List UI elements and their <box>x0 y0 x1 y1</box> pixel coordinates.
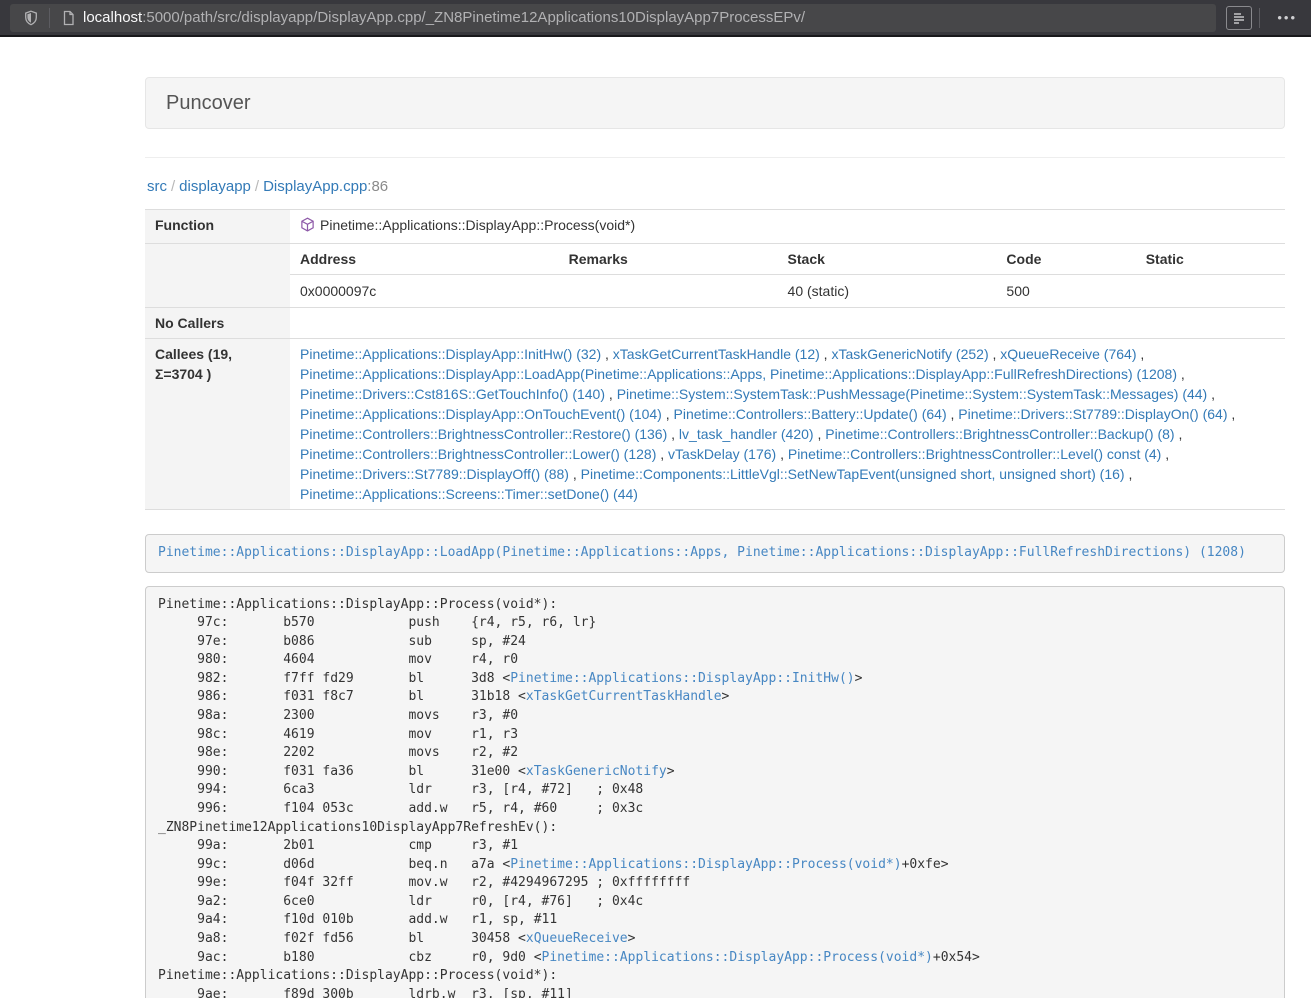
function-name-cell: Pinetime::Applications::DisplayApp::Proc… <box>290 210 1285 244</box>
summary-table: AddressRemarksStackCodeStatic 0x0000097c… <box>290 244 1285 307</box>
summary-value-address: 0x0000097c <box>290 275 559 308</box>
callee-link[interactable]: lv_task_handler (420) <box>679 426 814 442</box>
summary-row: AddressRemarksStackCodeStatic 0x0000097c… <box>145 244 1285 308</box>
breadcrumb-separator: / <box>167 178 179 195</box>
overflow-menu-icon[interactable]: ••• <box>1273 10 1301 25</box>
summary-value-stack: 40 (static) <box>778 275 997 308</box>
callees-list: Pinetime::Applications::DisplayApp::Init… <box>290 339 1285 510</box>
function-row: Function Pinetime::Applications::Display… <box>145 210 1285 244</box>
callee-link[interactable]: Pinetime::Components::LittleVgl::SetNewT… <box>581 466 1125 482</box>
callee-link[interactable]: Pinetime::Drivers::St7789::DisplayOn() (… <box>958 406 1227 422</box>
callees-row: Callees (19, Σ=3704 ) Pinetime::Applicat… <box>145 339 1285 510</box>
highlighted-symbol-link[interactable]: Pinetime::Applications::DisplayApp::Load… <box>158 545 1246 560</box>
asm-symbol-link[interactable]: Pinetime::Applications::DisplayApp::Proc… <box>542 950 933 965</box>
callee-link[interactable]: xTaskGetCurrentTaskHandle (12) <box>613 346 820 362</box>
asm-symbol-link[interactable]: xQueueReceive <box>526 931 628 946</box>
no-callers-label: No Callers <box>145 308 290 339</box>
asm-symbol-link[interactable]: Pinetime::Applications::DisplayApp::Init… <box>510 671 854 686</box>
callee-link[interactable]: Pinetime::Controllers::BrightnessControl… <box>300 426 667 442</box>
callee-link[interactable]: Pinetime::Controllers::BrightnessControl… <box>300 446 656 462</box>
summary-value-row: 0x0000097c 40 (static)500 <box>290 275 1285 308</box>
breadcrumb-line-number: :86 <box>367 178 388 195</box>
callee-link[interactable]: xQueueReceive (764) <box>1000 346 1136 362</box>
reader-view-icon[interactable] <box>1226 6 1252 30</box>
callee-link[interactable]: xTaskGenericNotify (252) <box>831 346 988 362</box>
callee-link[interactable]: vTaskDelay (176) <box>668 446 776 462</box>
disassembly-block: Pinetime::Applications::DisplayApp::Proc… <box>145 586 1285 998</box>
url-host: localhost <box>83 9 142 26</box>
function-label: Function <box>145 210 290 244</box>
url-path: :5000/path/src/displayapp/DisplayApp.cpp… <box>142 9 805 26</box>
callers-row: No Callers <box>145 308 1285 339</box>
page-title: Puncover <box>166 92 251 114</box>
callee-link[interactable]: Pinetime::System::SystemTask::PushMessag… <box>617 386 1208 402</box>
callee-link[interactable]: Pinetime::Applications::Screens::Timer::… <box>300 486 638 502</box>
summary-table-cell: AddressRemarksStackCodeStatic 0x0000097c… <box>290 244 1285 308</box>
breadcrumb: src/displayapp/DisplayApp.cpp:86 <box>147 178 1285 195</box>
page-info-icon[interactable] <box>57 7 79 29</box>
url-text[interactable]: localhost:5000/path/src/displayapp/Displ… <box>83 9 805 26</box>
summary-value-static <box>1136 275 1285 308</box>
callee-link[interactable]: Pinetime::Controllers::BrightnessControl… <box>825 426 1174 442</box>
summary-header-code: Code <box>996 244 1135 275</box>
shield-icon[interactable] <box>20 7 42 29</box>
asm-symbol-link[interactable]: Pinetime::Applications::DisplayApp::Proc… <box>510 857 901 872</box>
callee-link[interactable]: Pinetime::Applications::DisplayApp::Init… <box>300 346 601 362</box>
callee-link[interactable]: Pinetime::Controllers::Battery::Update()… <box>674 406 947 422</box>
summary-header-static: Static <box>1136 244 1285 275</box>
callees-label: Callees (19, Σ=3704 ) <box>145 339 290 510</box>
callee-link[interactable]: Pinetime::Drivers::St7789::DisplayOff() … <box>300 466 569 482</box>
function-detail-table: Function Pinetime::Applications::Display… <box>145 209 1285 510</box>
breadcrumb-link-displayapp-cpp[interactable]: DisplayApp.cpp <box>263 178 367 195</box>
urlbar-divider <box>49 8 50 28</box>
callee-link[interactable]: Pinetime::Applications::DisplayApp::Load… <box>300 366 1177 382</box>
toolbar-divider <box>1259 8 1260 28</box>
page-container: Puncover src/displayapp/DisplayApp.cpp:8… <box>145 37 1285 998</box>
browser-toolbar: localhost:5000/path/src/displayapp/Displ… <box>0 0 1311 37</box>
summary-header-row: AddressRemarksStackCodeStatic <box>290 244 1285 275</box>
divider <box>145 157 1285 158</box>
summary-header-address: Address <box>290 244 559 275</box>
breadcrumb-separator: / <box>251 178 263 195</box>
summary-label-cell <box>145 244 290 308</box>
breadcrumb-link-src[interactable]: src <box>147 178 167 195</box>
app-header-panel: Puncover <box>145 77 1285 129</box>
summary-value-code: 500 <box>996 275 1135 308</box>
url-bar[interactable]: localhost:5000/path/src/displayapp/Displ… <box>10 4 1216 32</box>
summary-value-remarks <box>559 275 778 308</box>
asm-symbol-link[interactable]: xTaskGenericNotify <box>526 764 667 779</box>
function-name-link[interactable]: Pinetime::Applications::DisplayApp::Proc… <box>320 217 635 233</box>
callee-link[interactable]: Pinetime::Drivers::Cst816S::GetTouchInfo… <box>300 386 605 402</box>
callee-link[interactable]: Pinetime::Applications::DisplayApp::OnTo… <box>300 406 662 422</box>
callers-cell <box>290 308 1285 339</box>
toolbar-actions: ••• <box>1226 6 1301 30</box>
summary-header-stack: Stack <box>778 244 997 275</box>
symbol-cube-icon <box>300 217 315 238</box>
summary-header-remarks: Remarks <box>559 244 778 275</box>
callee-link[interactable]: Pinetime::Controllers::BrightnessControl… <box>788 446 1161 462</box>
breadcrumb-link-displayapp[interactable]: displayapp <box>179 178 251 195</box>
highlighted-symbol-box: Pinetime::Applications::DisplayApp::Load… <box>145 534 1285 573</box>
asm-symbol-link[interactable]: xTaskGetCurrentTaskHandle <box>526 689 722 704</box>
